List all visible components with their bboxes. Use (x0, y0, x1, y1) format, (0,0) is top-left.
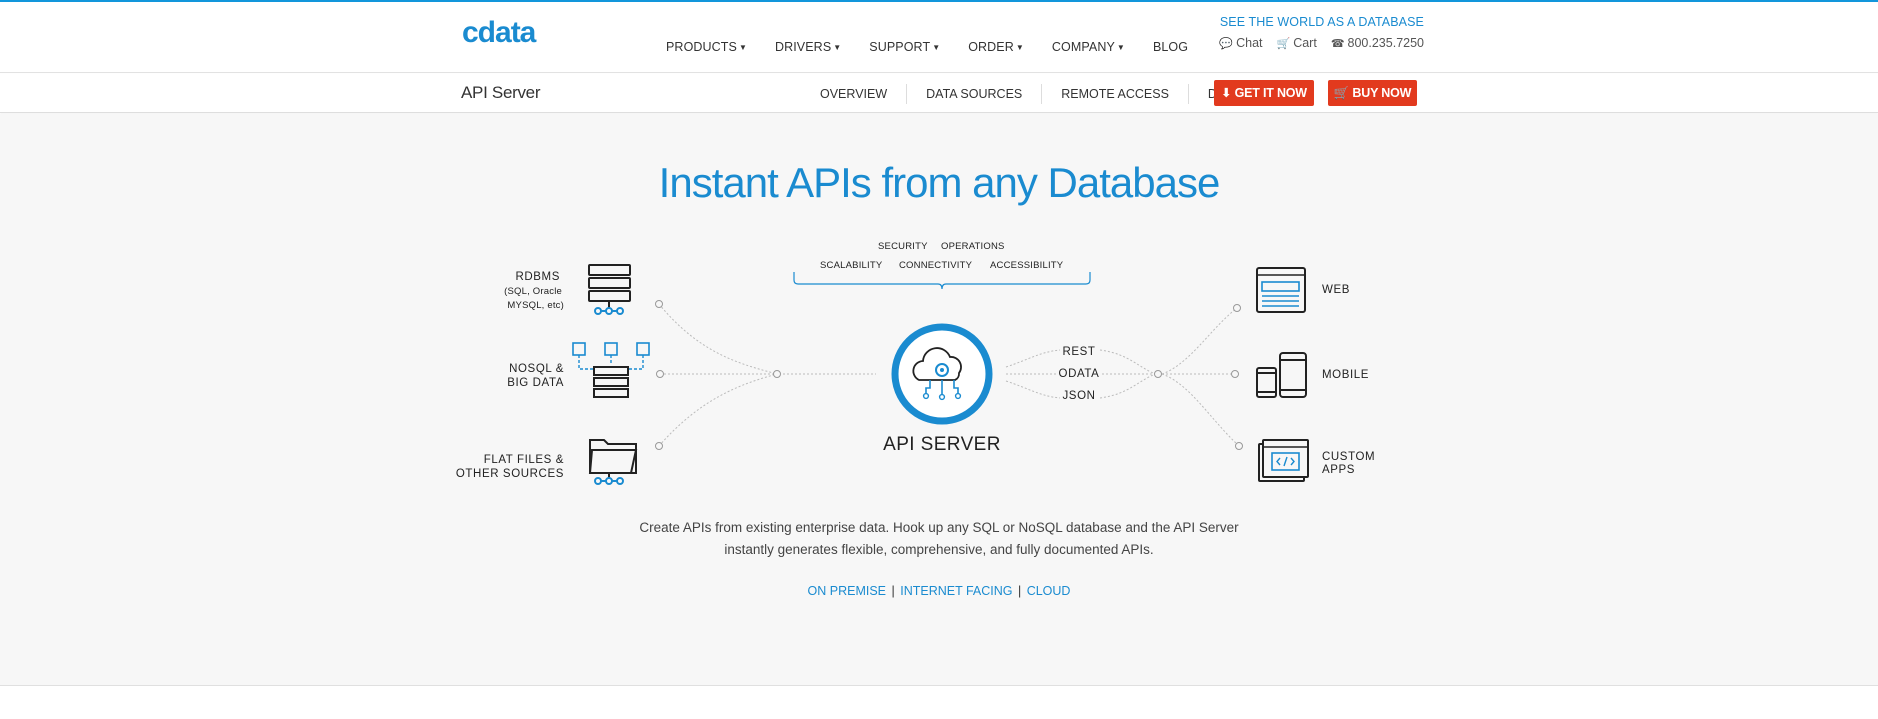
deployment-links: ON PREMISE | INTERNET FACING | CLOUD (0, 584, 1878, 598)
api-server-diagram: SECURITY OPERATIONS SCALABILITY CONNECTI… (456, 241, 1375, 485)
source-files-title: FLAT FILES & (484, 454, 564, 466)
phone-icon: ☎ (1330, 38, 1345, 50)
left-connector-nodes (655, 300, 781, 450)
nav-blog[interactable]: BLOG (1153, 40, 1188, 54)
web-browser-icon (1256, 267, 1306, 313)
download-icon: ⬇ (1221, 86, 1235, 100)
buy-now-button[interactable]: 🛒 BUY NOW (1328, 80, 1417, 106)
caret-down-icon: ▼ (932, 43, 941, 52)
feature-labels: SECURITY OPERATIONS SCALABILITY CONNECTI… (820, 241, 1064, 271)
product-subnav: API Server OVERVIEW DATA SOURCES REMOTE … (0, 74, 1878, 113)
protocol-rest: REST (1062, 346, 1095, 358)
buy-now-label: BUY NOW (1352, 86, 1412, 100)
utility-links: 💬 Chat 🛒 Cart ☎ 800.235.7250 (1219, 36, 1424, 50)
nav-products[interactable]: PRODUCTS ▼ (666, 40, 747, 54)
site-header: cdata PRODUCTS ▼ DRIVERS ▼ SUPPORT ▼ ORDER ▼… (0, 2, 1878, 73)
target-web: WEB (1322, 284, 1350, 296)
cart-link[interactable]: 🛒 Cart (1277, 36, 1317, 50)
hero-section: Instant APIs from any Database SECURITY … (0, 114, 1878, 686)
chat-label: Chat (1236, 36, 1263, 50)
source-files-title2: OTHER SOURCES (456, 468, 564, 480)
phone-link[interactable]: ☎ 800.235.7250 (1331, 36, 1424, 50)
protocol-json: JSON (1062, 390, 1095, 402)
source-nosql-title: NOSQL & (509, 363, 564, 375)
get-it-now-button[interactable]: ⬇ GET IT NOW (1214, 80, 1314, 106)
feature-connectivity: CONNECTIVITY (899, 260, 973, 271)
chat-icon: 💬 (1219, 38, 1234, 50)
nav-label: DRIVERS (774, 40, 832, 54)
features-brace (793, 272, 1091, 290)
nav-label: ORDER (968, 40, 1014, 54)
right-connector-nodes (1154, 304, 1243, 450)
link-separator: | (888, 584, 899, 598)
cart-icon: 🛒 (1333, 86, 1353, 100)
nav-label: PRODUCTS (666, 40, 737, 54)
get-it-now-label: GET IT NOW (1234, 86, 1308, 100)
target-mobile: MOBILE (1322, 369, 1369, 381)
target-custom: CUSTOM (1322, 451, 1375, 463)
protocol-labels: REST ODATA JSON (1059, 346, 1100, 402)
nav-order[interactable]: ORDER ▼ (968, 40, 1024, 54)
link-separator: | (1014, 584, 1025, 598)
feature-operations: OPERATIONS (941, 241, 1005, 252)
protocol-odata: ODATA (1059, 368, 1100, 380)
description-line-2: instantly generates flexible, comprehens… (724, 542, 1154, 557)
main-nav: PRODUCTS ▼ DRIVERS ▼ SUPPORT ▼ ORDER ▼ COMPA… (666, 40, 1216, 54)
nav-company[interactable]: COMPANY ▼ (1052, 40, 1125, 54)
folder-icon (588, 439, 638, 485)
nav-label: BLOG (1152, 40, 1189, 54)
link-cloud[interactable]: CLOUD (1027, 584, 1071, 598)
target-apps: APPS (1322, 464, 1355, 476)
logo-text: cdata (462, 18, 537, 48)
caret-down-icon: ▼ (833, 43, 842, 52)
tagline[interactable]: SEE THE WORLD AS A DATABASE (1220, 15, 1424, 29)
cdata-logo[interactable]: cdata (462, 18, 564, 48)
caret-down-icon: ▼ (738, 43, 747, 52)
nav-label: SUPPORT (869, 40, 931, 54)
right-connectors (1005, 307, 1240, 447)
nav-drivers[interactable]: DRIVERS ▼ (775, 40, 841, 54)
feature-security: SECURITY (878, 241, 928, 252)
source-rdbms-sub2: MYSQL, etc) (507, 300, 564, 311)
api-server-label: API SERVER (883, 434, 1001, 455)
left-connectors (658, 303, 876, 447)
nosql-cluster-icon (572, 342, 650, 398)
chat-link[interactable]: 💬 Chat (1219, 36, 1262, 50)
subnav-data-sources[interactable]: DATA SOURCES (906, 83, 1041, 104)
feature-accessibility: ACCESSIBILITY (990, 260, 1064, 271)
source-nosql-title2: BIG DATA (507, 377, 564, 389)
hero-description: Create APIs from existing enterprise dat… (0, 517, 1878, 561)
caret-down-icon: ▼ (1015, 43, 1024, 52)
product-title[interactable]: API Server (461, 83, 541, 103)
mobile-devices-icon (1256, 352, 1307, 398)
phone-label: 800.235.7250 (1347, 36, 1424, 50)
nav-label: COMPANY (1051, 40, 1115, 54)
api-server-cloud-icon (891, 323, 993, 425)
source-labels: RDBMS (SQL, Oracle MYSQL, etc) NOSQL & B… (456, 271, 564, 480)
source-rdbms-title: RDBMS (515, 271, 560, 283)
subnav-remote-access[interactable]: REMOTE ACCESS (1041, 83, 1188, 104)
subnav-overview[interactable]: OVERVIEW (802, 84, 906, 104)
caret-down-icon: ▼ (1116, 43, 1125, 52)
nav-support[interactable]: SUPPORT ▼ (869, 40, 940, 54)
database-server-icon (588, 264, 631, 315)
custom-apps-code-icon (1258, 439, 1309, 482)
link-internet-facing[interactable]: INTERNET FACING (900, 584, 1012, 598)
source-rdbms-sub1: (SQL, Oracle (504, 286, 562, 297)
subnav-links: OVERVIEW DATA SOURCES REMOTE ACCESS DOCS (802, 74, 1263, 113)
link-on-premise[interactable]: ON PREMISE (808, 584, 887, 598)
feature-scalability: SCALABILITY (820, 260, 883, 271)
description-line-1: Create APIs from existing enterprise dat… (639, 520, 1239, 535)
cart-label: Cart (1293, 36, 1317, 50)
cart-icon: 🛒 (1276, 38, 1291, 50)
target-labels: WEB MOBILE CUSTOM APPS (1322, 284, 1375, 476)
